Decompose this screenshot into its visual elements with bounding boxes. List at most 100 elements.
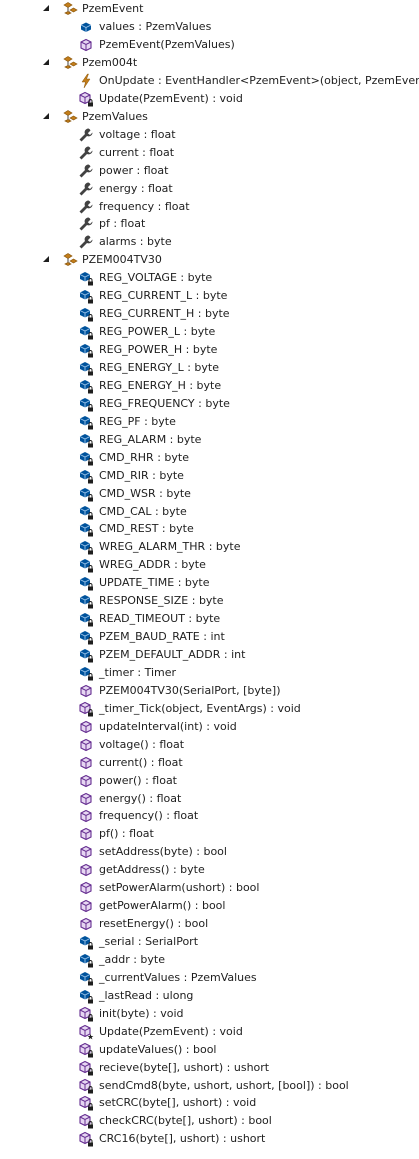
method-icon	[78, 755, 94, 771]
member-node[interactable]: WREG_ADDR : byte	[0, 556, 419, 574]
member-node[interactable]: setPowerAlarm(ushort) : bool	[0, 879, 419, 897]
member-node[interactable]: values : PzemValues	[0, 18, 419, 36]
member-node[interactable]: REG_ENERGY_H : byte	[0, 377, 419, 395]
member-node[interactable]: energy() : float	[0, 790, 419, 808]
member-node[interactable]: Update(PzemEvent) : void	[0, 90, 419, 108]
class-node-pzem004t[interactable]: Pzem004t	[0, 54, 419, 72]
member-label: REG_CURRENT_H : byte	[99, 307, 230, 321]
member-node[interactable]: CMD_RIR : byte	[0, 467, 419, 485]
member-node[interactable]: energy : float	[0, 180, 419, 198]
member-label: CMD_WSR : byte	[99, 486, 191, 500]
member-node[interactable]: setAddress(byte) : bool	[0, 843, 419, 861]
member-node[interactable]: _timer_Tick(object, EventArgs) : void	[0, 700, 419, 718]
member-node[interactable]: PZEM_DEFAULT_ADDR : int	[0, 646, 419, 664]
member-label: REG_CURRENT_L : byte	[99, 289, 228, 303]
member-node[interactable]: Update(PzemEvent) : void	[0, 1023, 419, 1041]
member-node[interactable]: setCRC(byte[], ushort) : void	[0, 1094, 419, 1112]
private-field-icon	[78, 342, 94, 358]
expander-icon[interactable]	[40, 110, 52, 122]
member-node[interactable]: recieve(byte[], ushort) : ushort	[0, 1059, 419, 1077]
member-node[interactable]: updateInterval(int) : void	[0, 718, 419, 736]
member-node[interactable]: WREG_ALARM_THR : byte	[0, 538, 419, 556]
member-node[interactable]: REG_CURRENT_L : byte	[0, 287, 419, 305]
private-field-icon	[78, 521, 94, 537]
member-node[interactable]: current : float	[0, 144, 419, 162]
member-node[interactable]: CRC16(byte[], ushort) : ushort	[0, 1130, 419, 1148]
property-icon	[78, 127, 94, 143]
method-icon	[78, 844, 94, 860]
member-node[interactable]: PzemEvent(PzemValues)	[0, 36, 419, 54]
member-node[interactable]: _addr : byte	[0, 951, 419, 969]
member-node[interactable]: REG_POWER_H : byte	[0, 341, 419, 359]
member-node[interactable]: _lastRead : ulong	[0, 987, 419, 1005]
class-name: PZEM004TV30	[82, 253, 162, 267]
member-label: READ_TIMEOUT : byte	[99, 612, 221, 626]
member-node[interactable]: REG_ENERGY_L : byte	[0, 359, 419, 377]
class-node-pzemvalues[interactable]: PzemValues	[0, 108, 419, 126]
member-node[interactable]: getAddress() : byte	[0, 861, 419, 879]
member-node[interactable]: voltage : float	[0, 126, 419, 144]
member-node[interactable]: _timer : Timer	[0, 664, 419, 682]
member-node[interactable]: REG_FREQUENCY : byte	[0, 395, 419, 413]
member-node[interactable]: pf() : float	[0, 825, 419, 843]
member-node[interactable]: frequency() : float	[0, 807, 419, 825]
member-label: CMD_REST : byte	[99, 522, 194, 536]
member-node[interactable]: OnUpdate : EventHandler<PzemEvent>(objec…	[0, 72, 419, 90]
member-node[interactable]: checkCRC(byte[], ushort) : bool	[0, 1112, 419, 1130]
member-label: PzemEvent(PzemValues)	[99, 37, 235, 51]
private-field-icon	[78, 324, 94, 340]
member-node[interactable]: UPDATE_TIME : byte	[0, 574, 419, 592]
class-name: PzemEvent	[82, 2, 144, 15]
member-label: _timer : Timer	[99, 665, 177, 679]
class-node-pzemevent[interactable]: PzemEvent	[0, 0, 419, 18]
private-field-icon	[78, 306, 94, 322]
private-field-icon	[78, 539, 94, 555]
member-node[interactable]: RESPONSE_SIZE : byte	[0, 592, 419, 610]
member-node[interactable]: voltage() : float	[0, 736, 419, 754]
expander-icon[interactable]	[40, 2, 52, 14]
member-label: current() : float	[99, 755, 183, 769]
private-field-icon	[78, 360, 94, 376]
member-node[interactable]: pf : float	[0, 215, 419, 233]
class-icon	[62, 1, 78, 17]
member-label: CRC16(byte[], ushort) : ushort	[99, 1132, 266, 1146]
member-node[interactable]: CMD_WSR : byte	[0, 485, 419, 503]
member-node[interactable]: resetEnergy() : bool	[0, 915, 419, 933]
member-node[interactable]: REG_ALARM : byte	[0, 431, 419, 449]
member-node[interactable]: PZEM_BAUD_RATE : int	[0, 628, 419, 646]
member-node[interactable]: REG_POWER_L : byte	[0, 323, 419, 341]
member-node[interactable]: REG_PF : byte	[0, 413, 419, 431]
member-label: voltage : float	[99, 127, 176, 141]
member-node[interactable]: CMD_REST : byte	[0, 520, 419, 538]
member-node[interactable]: REG_VOLTAGE : byte	[0, 269, 419, 287]
method-icon	[78, 791, 94, 807]
expander-icon[interactable]	[40, 56, 52, 68]
private-method-icon	[78, 91, 94, 107]
member-label: Update(PzemEvent) : void	[99, 91, 243, 105]
member-node[interactable]: _serial : SerialPort	[0, 933, 419, 951]
private-field-icon	[78, 629, 94, 645]
member-label: _serial : SerialPort	[99, 935, 199, 948]
member-node[interactable]: updateValues() : bool	[0, 1041, 419, 1059]
member-node[interactable]: _currentValues : PzemValues	[0, 969, 419, 987]
class-name: PzemValues	[82, 109, 148, 123]
member-node[interactable]: CMD_CAL : byte	[0, 503, 419, 521]
member-node[interactable]: READ_TIMEOUT : byte	[0, 610, 419, 628]
member-node[interactable]: sendCmd8(byte, ushort, ushort, [bool]) :…	[0, 1077, 419, 1095]
member-node[interactable]: getPowerAlarm() : bool	[0, 897, 419, 915]
member-node[interactable]: init(byte) : void	[0, 1005, 419, 1023]
member-node[interactable]: alarms : byte	[0, 233, 419, 251]
method-icon	[78, 719, 94, 735]
member-node[interactable]: power : float	[0, 162, 419, 180]
member-node[interactable]: CMD_RHR : byte	[0, 449, 419, 467]
member-node[interactable]: frequency : float	[0, 198, 419, 216]
member-node[interactable]: REG_CURRENT_H : byte	[0, 305, 419, 323]
member-node[interactable]: PZEM004TV30(SerialPort, [byte])	[0, 682, 419, 700]
member-node[interactable]: power() : float	[0, 772, 419, 790]
event-icon	[78, 73, 94, 89]
class-node-pzem004tv30[interactable]: PZEM004TV30	[0, 251, 419, 269]
member-node[interactable]: current() : float	[0, 754, 419, 772]
expander-icon[interactable]	[40, 253, 52, 265]
private-field-icon	[78, 468, 94, 484]
method-icon	[78, 880, 94, 896]
